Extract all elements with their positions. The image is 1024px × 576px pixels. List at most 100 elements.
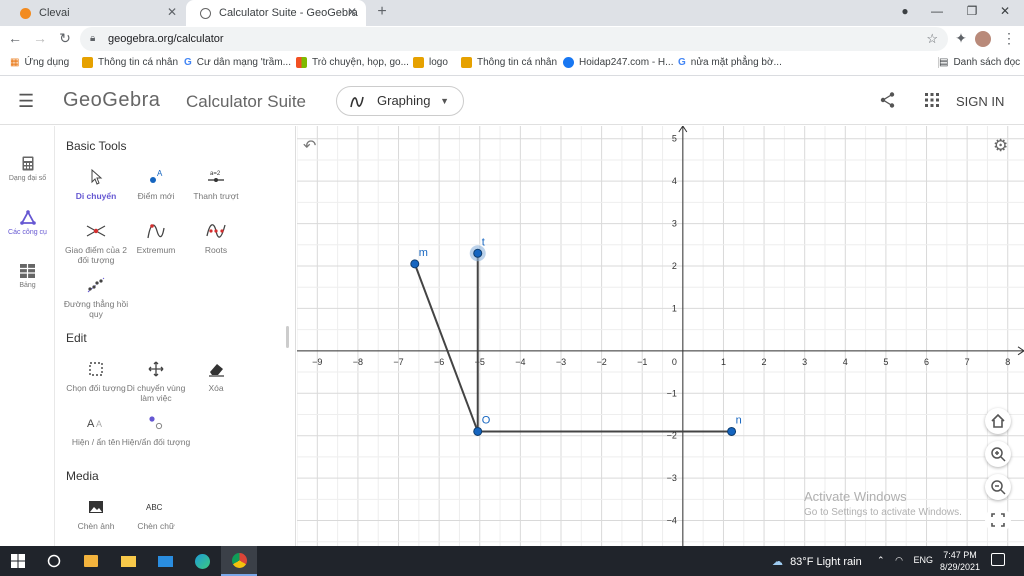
x-tick-label: 8 <box>1005 357 1010 367</box>
intersect-icon <box>86 225 106 237</box>
point-label-m: m <box>419 247 428 259</box>
browser-menu-icon[interactable]: ⋮ <box>1000 30 1018 47</box>
lock-icon: 🔒︎ <box>90 33 96 44</box>
tool-delete[interactable]: Xóa <box>181 360 251 393</box>
tab-title: Clevai <box>39 7 70 19</box>
suite-title: Calculator Suite <box>186 92 307 111</box>
file-explorer-icon[interactable] <box>110 546 146 576</box>
x-tick-label: 3 <box>802 357 807 367</box>
x-tick-label: −2 <box>596 357 606 367</box>
x-tick-label: −8 <box>353 357 363 367</box>
gear-icon[interactable]: ⚙ <box>993 136 1008 156</box>
graphics-view[interactable]: −9 −8 −7 −6 −5 −4 −3 −2 −1 1 2 3 4 5 6 7 8 −4 −3 −2 −1 1 2 3 4 5 0… <box>297 126 1024 546</box>
tool-slider[interactable]: a=2 Thanh trượt <box>181 168 251 201</box>
bookmark-star-icon[interactable]: ☆ <box>926 27 938 51</box>
bookmark-item[interactable]: G nửa mặt phẳng bờ... <box>678 57 782 68</box>
zoom-out-button[interactable] <box>985 474 1011 500</box>
x-tick-label: 1 <box>721 357 726 367</box>
wifi-icon[interactable]: ◠ <box>895 555 903 565</box>
windows-start-icon[interactable] <box>0 546 36 576</box>
point-O[interactable] <box>473 426 483 436</box>
profile-menu-icon[interactable]: ● <box>888 4 922 18</box>
app-switcher-dropdown[interactable]: Graphing ▼ <box>336 86 464 116</box>
edge-browser-icon[interactable] <box>184 546 220 576</box>
notification-icon[interactable] <box>991 553 1005 566</box>
fullscreen-button[interactable] <box>985 507 1011 533</box>
x-tick-label: 7 <box>965 357 970 367</box>
point-m[interactable] <box>410 259 420 269</box>
bookmark-item[interactable]: Thông tin cá nhân <box>461 57 557 68</box>
bookmark-item[interactable]: Trò chuyện, họp, go... <box>296 57 409 68</box>
language-indicator[interactable]: ENG <box>913 555 933 565</box>
x-tick-label: −6 <box>434 357 444 367</box>
fullscreen-icon <box>991 513 1005 527</box>
bookmarks-bar: ▦ Ứng dụng Thông tin cá nhân G Cư dân mạ… <box>0 52 1024 76</box>
bookmark-item[interactable]: logo <box>413 57 448 68</box>
rail-item-tools[interactable]: Các công cụ <box>0 210 55 236</box>
address-bar[interactable]: 🔒︎ geogebra.org/calculator ☆ <box>80 27 948 51</box>
chrome-browser-icon[interactable] <box>221 546 257 576</box>
h-logo-icon <box>82 57 93 68</box>
search-circle-icon[interactable] <box>36 546 72 576</box>
tool-roots[interactable]: Roots <box>181 222 251 255</box>
tool-show-object[interactable]: Hiện/ẩn đối tượng <box>121 414 191 447</box>
reload-icon[interactable]: ↻ <box>56 30 74 47</box>
home-view-button[interactable] <box>985 408 1011 434</box>
maximize-button[interactable]: ❐ <box>955 4 989 18</box>
table-icon <box>20 264 35 278</box>
weather-widget[interactable]: ☁ 83°F Light rain <box>772 555 862 568</box>
text-abc-icon: ABC <box>146 503 163 512</box>
reading-list-button[interactable]: ▤ Danh sách đọc <box>938 57 1020 68</box>
zoom-in-button[interactable] <box>985 441 1011 467</box>
apps-grid-icon[interactable] <box>925 93 939 107</box>
hamburger-menu-icon[interactable]: ☰ <box>18 91 34 112</box>
share-icon[interactable] <box>879 91 897 109</box>
google-icon: G <box>184 57 192 68</box>
tools-panel: Basic Tools Di chuyển A Điểm mới a=2 Tha… <box>56 126 296 546</box>
svg-text:A: A <box>87 418 95 430</box>
clevai-favicon-icon <box>20 7 31 19</box>
new-tab-button[interactable]: + <box>372 3 392 21</box>
bookmark-item[interactable]: G Cư dân mạng 'trầm... <box>184 57 291 68</box>
browser-tab-clevai[interactable]: Clevai ✕ <box>6 0 186 26</box>
bookmark-item[interactable]: Hoidap247.com - H... <box>563 57 674 68</box>
zoom-out-icon <box>991 480 1006 495</box>
x-tick-label: 5 <box>883 357 888 367</box>
forward-arrow-icon[interactable]: → <box>31 30 49 46</box>
browser-tab-geogebra[interactable]: Calculator Suite - GeoGebra ✕ <box>186 0 366 26</box>
clock[interactable]: 7:47 PM 8/29/2021 <box>936 549 984 573</box>
chevron-up-icon[interactable]: ⌃ <box>877 555 885 565</box>
svg-text:a=2: a=2 <box>210 171 221 177</box>
browser-tab-strip: Clevai ✕ Calculator Suite - GeoGebra ✕ +… <box>0 0 1024 26</box>
graph-canvas[interactable]: −9 −8 −7 −6 −5 −4 −3 −2 −1 1 2 3 4 5 6 7 8−4−3−2−1123450… <box>297 126 1024 546</box>
bookmark-apps[interactable]: ▦ Ứng dụng <box>10 57 69 68</box>
tool-regression[interactable]: Đường thẳng hồi quy <box>61 276 131 319</box>
system-tray[interactable]: ⌃ ◠ ENG <box>877 555 933 566</box>
y-tick-label: 4 <box>672 176 677 186</box>
url-text: geogebra.org/calculator <box>108 33 224 45</box>
rail-item-table[interactable]: Bảng <box>0 264 55 289</box>
close-window-button[interactable]: ✕ <box>988 4 1022 18</box>
close-tab-icon[interactable]: ✕ <box>164 5 180 19</box>
mail-icon[interactable] <box>147 546 183 576</box>
extensions-icon[interactable]: ✦ <box>952 30 970 47</box>
minimize-button[interactable]: — <box>920 4 954 18</box>
sign-in-button[interactable]: SIGN IN <box>956 94 1004 109</box>
point-t[interactable] <box>473 248 483 258</box>
h-logo-icon <box>461 57 472 68</box>
panel-resize-handle[interactable] <box>286 326 289 348</box>
rail-item-algebra[interactable]: Dạng đại số <box>0 156 55 182</box>
y-tick-label: 5 <box>672 134 677 144</box>
avatar[interactable] <box>975 31 991 47</box>
geogebra-favicon-icon <box>200 7 211 19</box>
tool-text[interactable]: ABC Chèn chữ <box>121 498 191 531</box>
store-icon[interactable] <box>73 546 109 576</box>
app-switcher-label: Graphing <box>377 93 431 108</box>
x-tick-label: −4 <box>515 357 525 367</box>
point-n[interactable] <box>727 426 737 436</box>
undo-icon[interactable]: ↶ <box>303 136 316 156</box>
bookmark-item[interactable]: Thông tin cá nhân <box>82 57 178 68</box>
back-arrow-icon[interactable]: ← <box>6 30 24 46</box>
select-box-icon <box>89 362 103 376</box>
close-tab-icon[interactable]: ✕ <box>344 5 360 19</box>
